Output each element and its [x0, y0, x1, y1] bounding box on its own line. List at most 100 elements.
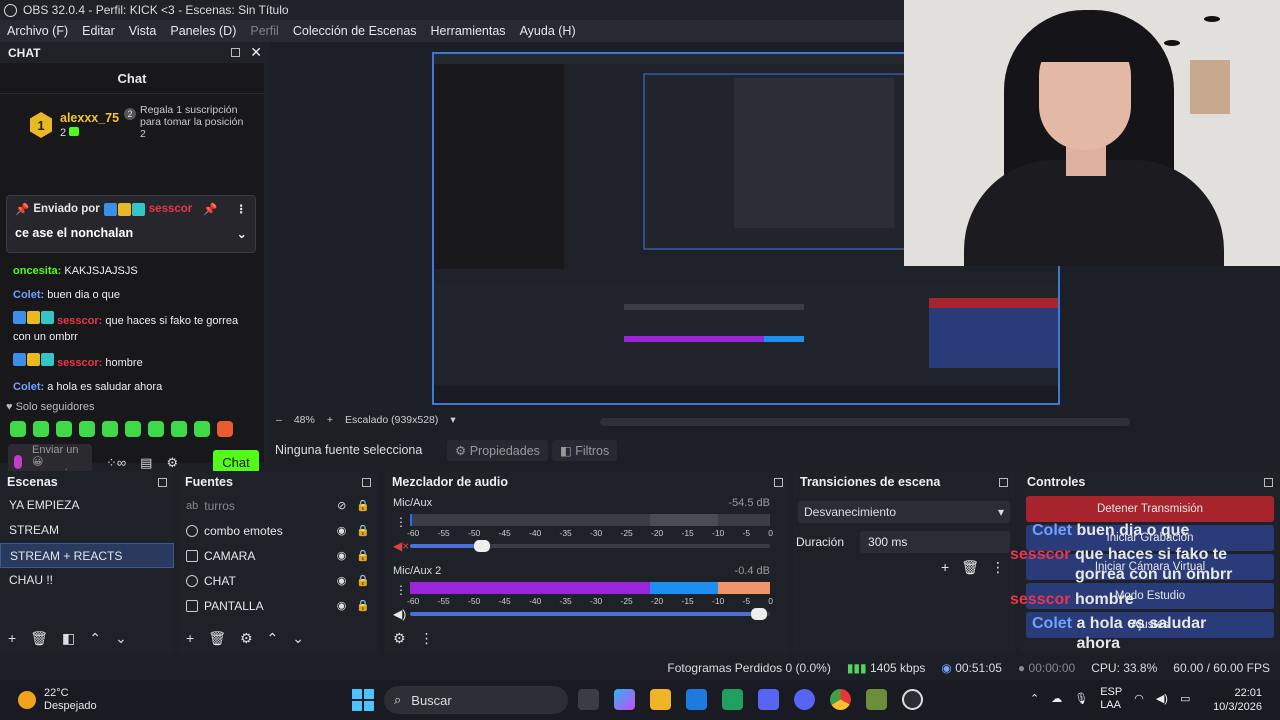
menu-archivo[interactable]: Archivo (F) [0, 24, 75, 38]
more-icon[interactable]: ⋮ [236, 202, 248, 216]
eye-icon[interactable]: ◉ [337, 524, 347, 537]
volume-fader[interactable] [410, 608, 770, 620]
mic-tray-icon[interactable]: 🎙 [1074, 693, 1088, 706]
discord-ptb-icon[interactable] [794, 689, 815, 710]
close-icon[interactable]: ✕ [250, 44, 262, 61]
eye-hidden-icon[interactable]: ⊘ [337, 499, 346, 512]
menu-editar[interactable]: Editar [75, 24, 122, 38]
fader-knob[interactable] [474, 540, 490, 552]
pinned-message[interactable]: 📌 Enviado por sesscor 📌 ⋮ ce ase el nonc… [6, 195, 256, 253]
chevron-down-icon[interactable]: ▾ [450, 414, 455, 426]
scene-item[interactable]: STREAM [0, 518, 174, 543]
menu-herramientas[interactable]: Herramientas [424, 24, 513, 38]
word-icon[interactable] [686, 689, 707, 710]
float-dock-icon[interactable] [231, 48, 241, 57]
chevron-down-icon[interactable]: ⌄ [237, 226, 247, 241]
chevron-down-icon[interactable]: ⌄ [292, 630, 304, 647]
emote-icon[interactable] [56, 421, 72, 437]
add-icon[interactable]: + [186, 630, 194, 647]
lock-icon[interactable]: 🔒 [356, 499, 370, 512]
chevron-up-icon[interactable]: ⌃ [1030, 693, 1039, 706]
file-explorer-icon[interactable] [650, 689, 671, 710]
lock-icon[interactable]: 🔒 [356, 524, 370, 537]
trash-icon[interactable]: 🗑 [961, 559, 979, 576]
filters-button[interactable]: ◧ Filtros [551, 439, 618, 461]
transition-select[interactable]: Desvanecimiento ▾ [798, 501, 1010, 523]
add-icon[interactable]: + [8, 630, 16, 647]
emote-icon[interactable] [171, 421, 187, 437]
settings-dots-icon[interactable]: ⁘∞ [106, 455, 126, 471]
unpin-icon[interactable]: 📌 [203, 202, 217, 216]
float-dock-icon[interactable] [362, 477, 371, 487]
chevron-up-icon[interactable]: ⌃ [89, 630, 101, 647]
preview-area[interactable] [270, 0, 1280, 411]
emote-icon[interactable] [194, 421, 210, 437]
chat-user[interactable]: sesscor: [57, 357, 102, 369]
menu-coleccion-escenas[interactable]: Colección de Escenas [286, 24, 424, 38]
zoom-level[interactable]: 48% [294, 414, 315, 426]
wifi-icon[interactable]: ◠ [1134, 693, 1144, 706]
eye-icon[interactable]: ◉ [337, 574, 347, 587]
eye-icon[interactable]: ◉ [337, 549, 347, 562]
chrome-icon[interactable] [830, 689, 851, 710]
leader-username[interactable]: alexxx_75 [60, 111, 119, 125]
chat-user[interactable]: oncesita: [13, 265, 61, 277]
chat-user[interactable]: Colet: [13, 381, 44, 393]
float-dock-icon[interactable] [774, 477, 783, 487]
trash-icon[interactable]: 🗑 [30, 630, 48, 647]
menu-vista[interactable]: Vista [122, 24, 164, 38]
float-dock-icon[interactable] [1264, 477, 1273, 487]
menu-ayuda[interactable]: Ayuda (H) [513, 24, 583, 38]
weather-widget[interactable]: 22°C Despejado [18, 687, 97, 713]
source-item[interactable]: CHAT ◉ 🔒 [178, 568, 378, 593]
gear-icon[interactable]: ⚙ [240, 630, 253, 647]
scene-item[interactable]: YA EMPIEZA [0, 493, 174, 518]
chevron-up-icon[interactable]: ⌃ [267, 630, 279, 647]
source-item[interactable]: combo emotes ◉ 🔒 [178, 518, 378, 543]
scene-item-selected[interactable]: STREAM + REACTS [0, 543, 174, 568]
excel-icon[interactable] [722, 689, 743, 710]
copilot-icon[interactable] [614, 689, 635, 710]
float-dock-icon[interactable] [158, 477, 167, 487]
mic-icon[interactable] [14, 455, 22, 469]
volume-icon[interactable]: ◀) [1156, 693, 1168, 706]
scaling-label[interactable]: Escalado (939x528) [345, 414, 438, 426]
chevron-down-icon[interactable]: ⌄ [115, 630, 127, 647]
emote-icon[interactable] [102, 421, 118, 437]
gift-box-icon[interactable]: ▤ [140, 455, 152, 471]
task-view-icon[interactable] [578, 689, 599, 710]
duration-input[interactable]: 300 ms [860, 531, 1011, 553]
float-dock-icon[interactable] [999, 477, 1008, 487]
trash-icon[interactable]: 🗑 [208, 630, 226, 647]
taskbar-clock[interactable]: 22:01 10/3/2026 [1213, 686, 1262, 714]
obs-taskbar-icon[interactable] [902, 689, 923, 710]
preview-scrollbar[interactable] [600, 418, 1130, 426]
language-indicator[interactable]: ESP LAA [1100, 686, 1122, 712]
advanced-audio-icon[interactable]: ⚙ [393, 630, 406, 647]
more-icon[interactable]: ⋮ [395, 515, 407, 529]
more-icon[interactable]: ⋮ [395, 583, 407, 597]
lock-icon[interactable]: 🔒 [356, 574, 370, 587]
menu-paneles[interactable]: Paneles (D) [163, 24, 243, 38]
pinned-user[interactable]: sesscor [149, 203, 192, 215]
more-icon[interactable]: ⋮ [991, 559, 1005, 576]
discord-icon[interactable] [758, 689, 779, 710]
taskbar-search[interactable]: ⌕ Buscar [384, 686, 568, 714]
cloud-icon[interactable]: ☁ [1051, 693, 1062, 706]
battery-icon[interactable]: ▭ [1180, 693, 1190, 706]
speaker-icon[interactable]: ◀) [393, 607, 406, 621]
speaker-muted-icon[interactable]: ◀× [393, 539, 409, 553]
more-icon[interactable]: ⋮ [420, 630, 434, 647]
add-icon[interactable]: + [941, 559, 949, 576]
fader-knob[interactable] [751, 608, 768, 620]
source-item[interactable]: PANTALLA ◉ 🔒 [178, 593, 378, 618]
gear-icon[interactable]: ⚙ [166, 455, 178, 471]
minecraft-icon[interactable] [866, 689, 887, 710]
scene-item[interactable]: CHAU !! [0, 568, 174, 593]
emote-icon[interactable] [148, 421, 164, 437]
source-item[interactable]: ab turros ⊘ 🔒 [178, 493, 378, 518]
emote-icon[interactable] [10, 421, 26, 437]
emote-icon[interactable] [125, 421, 141, 437]
eye-icon[interactable]: ◉ [337, 599, 347, 612]
source-item[interactable]: CAMARA ◉ 🔒 [178, 543, 378, 568]
